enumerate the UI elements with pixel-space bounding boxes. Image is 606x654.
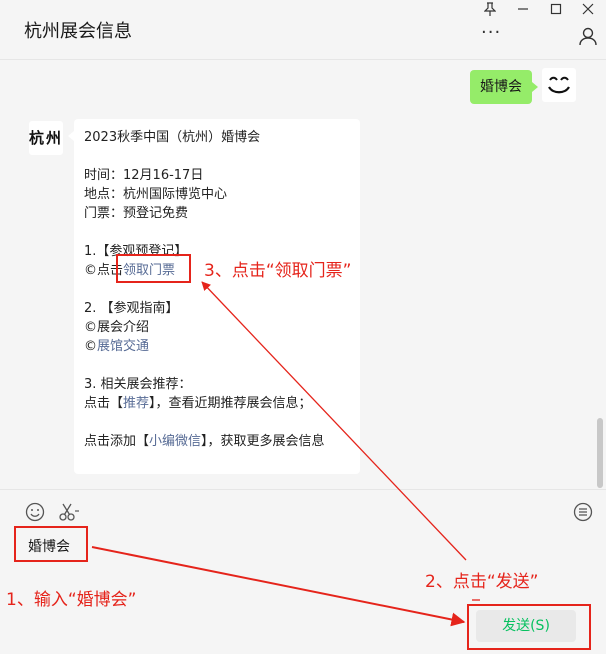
- editor-wechat-prefix: 点击添加【: [84, 434, 150, 449]
- venue-transport-prefix: ©: [84, 339, 97, 354]
- editor-wechat-link[interactable]: 小编微信: [149, 434, 201, 449]
- recommend-heading: 3. 相关展会推荐：: [84, 377, 192, 392]
- received-message-bubble: 2023秋季中国（杭州）婚博会 时间：12月16-17日 地点：杭州国际博览中心…: [68, 119, 360, 474]
- guide-heading: 2. 【参观指南】: [84, 301, 179, 316]
- close-icon[interactable]: [577, 2, 599, 22]
- pin-icon[interactable]: [479, 2, 501, 22]
- venue-transport-link[interactable]: 展馆交通: [97, 339, 149, 354]
- recommend-link[interactable]: 推荐: [123, 396, 149, 411]
- event-time: 时间：12月16-17日: [84, 168, 204, 183]
- emoji-icon[interactable]: [25, 502, 45, 527]
- step2-annotation: 2、点击“发送”: [425, 572, 539, 592]
- expo-intro-item: ©展会介绍: [84, 320, 150, 335]
- send-button-highlight-box: [467, 604, 591, 650]
- screenshot-scissors-icon[interactable]: [58, 502, 80, 527]
- editor-wechat-suffix: 】，获取更多展会信息: [201, 434, 325, 449]
- editor-wechat-line: 点击添加【小编微信】，获取更多展会信息: [84, 432, 350, 451]
- event-title: 2023秋季中国（杭州）婚博会: [84, 130, 261, 145]
- my-avatar[interactable]: [542, 68, 576, 102]
- more-options-button[interactable]: ···: [481, 22, 501, 43]
- chat-scrollbar[interactable]: [597, 418, 603, 488]
- maximize-icon[interactable]: [545, 2, 567, 22]
- recommend-prefix: 点击【: [84, 396, 124, 411]
- get-ticket-highlight-box: [116, 254, 191, 283]
- event-ticket: 门票：预登记免费: [84, 206, 189, 221]
- chat-title: 杭州展会信息: [24, 21, 132, 42]
- official-account-avatar[interactable]: 杭州: [29, 121, 63, 155]
- event-place: 地点：杭州国际博览中心: [84, 187, 228, 202]
- step1-annotation: 1、输入“婚博会”: [6, 590, 137, 610]
- venue-transport-line: ©展馆交通: [84, 337, 350, 356]
- recommend-line: 点击【推荐】，查看近期推荐展会信息；: [84, 394, 350, 413]
- chat-history-icon[interactable]: [573, 502, 593, 527]
- chat-info-person-icon[interactable]: [578, 26, 600, 48]
- typed-text-highlight-box: [14, 526, 88, 562]
- minimize-icon[interactable]: [512, 2, 534, 22]
- sent-message-bubble[interactable]: 婚博会: [470, 70, 538, 104]
- title-bar: 杭州展会信息 ···: [0, 0, 606, 60]
- recommend-suffix: 】，查看近期推荐展会信息；: [149, 396, 312, 411]
- step3-annotation: 3、点击“领取门票”: [204, 261, 352, 281]
